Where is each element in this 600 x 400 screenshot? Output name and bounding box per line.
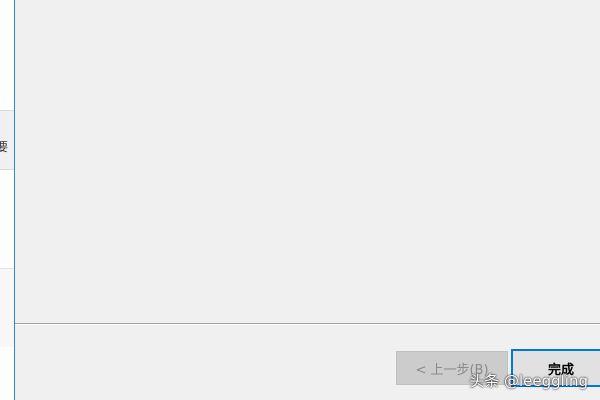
screen: 要 < 上一步(B) 完成 头条 @leeggling (0, 0, 600, 400)
background-window-tab-label: 要 (0, 140, 9, 154)
background-window-panel (0, 268, 14, 347)
wizard-content-area (15, 0, 600, 322)
watermark: 头条 @leeggling (469, 372, 588, 390)
wizard-dialog: < 上一步(B) 完成 (14, 0, 600, 400)
footer-separator (15, 323, 600, 325)
